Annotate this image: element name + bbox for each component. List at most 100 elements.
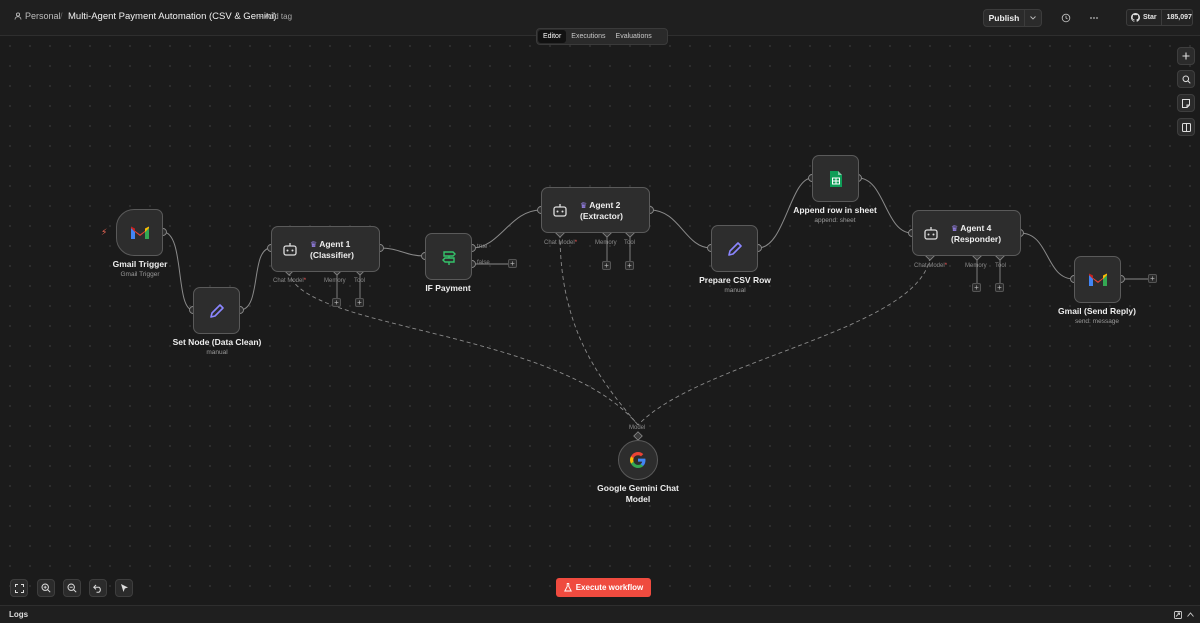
node-agent-2-extractor[interactable]: ♛ Agent 2 (Extractor)	[541, 187, 650, 233]
node-label: IF Payment	[425, 283, 471, 293]
undo-icon	[93, 584, 101, 593]
wire-agent2-to-prepare	[649, 209, 712, 249]
port-label-text: Chat Model	[273, 278, 304, 284]
node-append-row-sheet[interactable]	[812, 155, 859, 202]
search-icon	[1182, 75, 1191, 84]
add-memory-button[interactable]: +	[972, 283, 981, 292]
node-agent-1-classifier[interactable]: ♛ Agent 1 (Classifier)	[271, 226, 380, 272]
required-mark: *	[944, 263, 948, 269]
agent-hat-icon: ♛	[580, 200, 588, 210]
node-label: Append row in sheet	[793, 205, 877, 215]
select-mode-button[interactable]	[115, 579, 133, 597]
agent-title-line2: (Responder)	[951, 233, 1002, 244]
execute-workflow-label: Execute workflow	[575, 583, 644, 592]
node-sublabel: append: sheet	[814, 217, 856, 224]
wire-gemini-agent4	[637, 256, 931, 426]
agent-title-line2: (Extractor)	[580, 210, 623, 221]
node-if-payment[interactable]	[425, 233, 472, 280]
pencil-icon	[727, 241, 742, 256]
port-label-text: Chat Model	[914, 263, 945, 269]
add-next-node-button[interactable]: +	[1148, 274, 1157, 283]
sticky-note-button[interactable]	[1177, 94, 1195, 112]
gemini-title-line1: Google Gemini Chat	[597, 483, 679, 493]
view-tabs: Editor Executions Evaluations	[536, 28, 668, 45]
agent-hat-icon: ♛	[951, 223, 959, 233]
node-sublabel: Gmail Trigger	[120, 271, 160, 278]
add-node-panel-button[interactable]	[1177, 47, 1195, 65]
fit-view-button[interactable]	[10, 579, 28, 597]
gmail-icon	[1088, 273, 1107, 286]
false-output-label: false	[477, 260, 490, 266]
add-tool-button[interactable]: +	[995, 283, 1004, 292]
node-gmail-trigger[interactable]	[116, 209, 163, 256]
add-node-false-button[interactable]: +	[508, 259, 517, 268]
search-nodes-button[interactable]	[1177, 70, 1195, 88]
node-label: Gmail Trigger	[112, 259, 168, 269]
agent-title-line1: Agent 4	[960, 222, 992, 233]
zoom-in-icon	[41, 583, 51, 593]
node-agent-4-responder[interactable]: ♛ Agent 4 (Responder)	[912, 210, 1021, 256]
add-tool-button[interactable]: +	[355, 298, 364, 307]
required-mark: *	[574, 240, 578, 246]
expand-panel-icon[interactable]	[1174, 611, 1182, 619]
wire-set-to-agent1	[239, 247, 272, 311]
connections-layer	[159, 174, 1148, 441]
robot-icon	[283, 243, 297, 256]
memory-port-label: Memory	[324, 278, 346, 284]
zoom-in-button[interactable]	[37, 579, 55, 597]
zoom-out-button[interactable]	[63, 579, 81, 597]
robot-icon	[553, 204, 567, 217]
node-sublabel: send: message	[1074, 318, 1120, 325]
add-memory-button[interactable]: +	[602, 261, 611, 270]
add-tool-button[interactable]: +	[625, 261, 634, 270]
node-sublabel: manual	[724, 287, 746, 294]
node-set-data-clean[interactable]	[193, 287, 240, 334]
tab-executions[interactable]: Executions	[566, 30, 610, 43]
undo-button[interactable]	[89, 579, 107, 597]
flask-icon	[563, 583, 572, 592]
robot-icon	[924, 227, 938, 240]
chat-model-port-label: Chat Model*	[273, 278, 306, 284]
logs-label: Logs	[9, 610, 29, 619]
node-google-gemini-chat-model[interactable]	[618, 440, 658, 480]
memory-port-label: Memory	[965, 263, 987, 269]
agent-title-line2: (Classifier)	[310, 249, 354, 260]
panel-icon	[1181, 122, 1191, 132]
sticky-note-icon	[1182, 98, 1190, 108]
tool-port-label: Tool	[624, 240, 636, 246]
required-mark: *	[303, 278, 307, 284]
node-gmail-send-reply[interactable]	[1074, 256, 1121, 303]
node-label: Gmail (Send Reply)	[1058, 306, 1136, 316]
memory-port-label: Memory	[595, 240, 617, 246]
node-sublabel: manual	[206, 349, 228, 356]
agent-hat-icon: ♛	[310, 239, 318, 249]
agent-title-line1: Agent 2	[589, 199, 621, 210]
port-label-text: Chat Model	[544, 240, 575, 246]
model-port-label: Model	[629, 425, 646, 431]
add-memory-button[interactable]: +	[332, 298, 341, 307]
fit-view-icon	[14, 583, 24, 593]
true-output-label: true	[477, 244, 488, 250]
execute-workflow-button[interactable]: Execute workflow	[556, 578, 651, 597]
zoom-out-icon	[67, 583, 77, 593]
sheets-icon	[829, 170, 842, 187]
wire-agent4-to-gmail	[1019, 232, 1075, 280]
toggle-panel-button[interactable]	[1177, 118, 1195, 136]
node-label: Set Node (Data Clean)	[172, 337, 262, 347]
tab-evaluations[interactable]: Evaluations	[611, 30, 657, 43]
node-label: Google Gemini Chat Model	[588, 483, 688, 505]
agent-title-line1: Agent 1	[319, 238, 351, 249]
node-prepare-csv-row[interactable]	[711, 225, 758, 272]
tab-editor[interactable]: Editor	[538, 30, 567, 43]
bolt-icon: ⚡	[101, 227, 108, 237]
select-icon	[120, 584, 128, 592]
chat-model-port-label: Chat Model*	[544, 240, 577, 246]
logs-panel-bar[interactable]: Logs	[0, 605, 1200, 623]
pencil-icon	[209, 303, 224, 318]
chevron-up-icon[interactable]	[1187, 612, 1194, 617]
wire-agent1-to-if	[379, 247, 426, 257]
gmail-icon	[130, 226, 149, 239]
plus-icon	[1182, 52, 1190, 60]
wire-if-to-agent2	[471, 209, 542, 249]
branch-icon	[441, 250, 456, 265]
